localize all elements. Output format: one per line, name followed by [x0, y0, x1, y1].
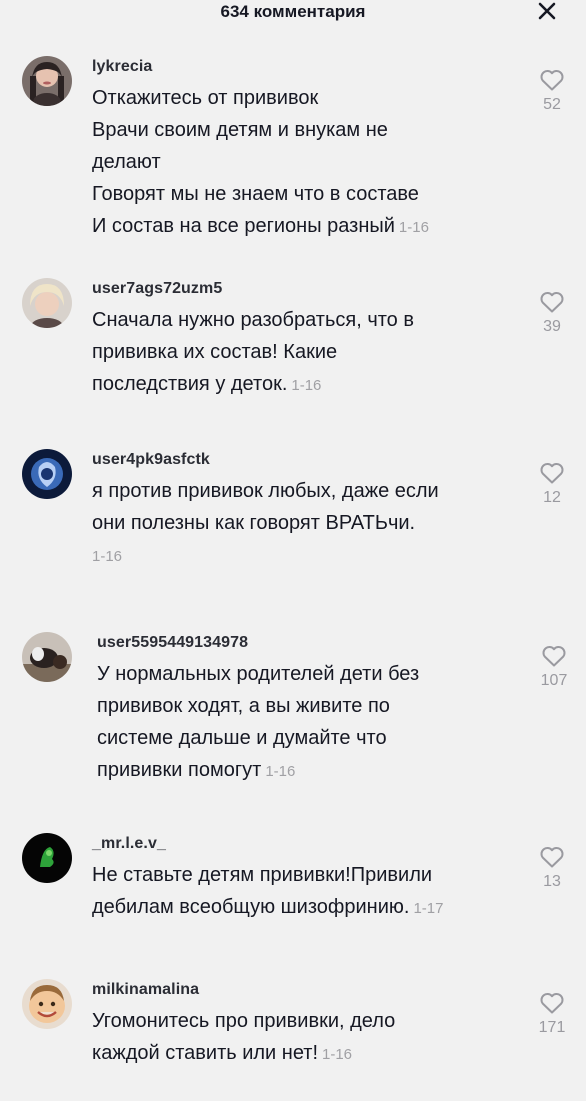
comment-username[interactable]: lykrecia [92, 58, 152, 76]
like-count: 107 [540, 672, 568, 689]
comment-line: дебилам всеобщую шизофринию. [92, 896, 410, 918]
comment-text: Откажитесь от прививок Врачи своим детям… [92, 82, 522, 244]
avatar[interactable] [22, 979, 72, 1029]
comment-line: последствия у деток. [92, 373, 288, 395]
comment-line: прививки помогут [97, 759, 262, 781]
like-count: 39 [543, 318, 561, 335]
heart-icon [540, 463, 564, 484]
like-button[interactable]: 13 [532, 845, 572, 891]
comment-date: 1-16 [398, 219, 429, 236]
comments-header: 634 комментария [0, 0, 586, 26]
comment-line: системе дальше и думайте что [97, 727, 387, 749]
comment-username[interactable]: user7ags72uzm5 [92, 280, 222, 298]
comment-line: прививок ходят, а вы живите по [97, 695, 390, 717]
like-button[interactable]: 52 [532, 68, 572, 114]
comment-text: Не ставьте детям прививки!Привили дебила… [92, 859, 522, 925]
like-count: 13 [543, 873, 561, 890]
comment-date: 1-17 [413, 900, 444, 917]
comment-line: Сначала нужно разобраться, что в [92, 309, 414, 331]
like-button[interactable]: 39 [532, 290, 572, 336]
comment-line: прививка их состав! Какие [92, 341, 338, 363]
comment-date: 1-16 [92, 548, 123, 565]
comment-line: Врачи своим детям и внукам не [92, 119, 388, 141]
comment-username[interactable]: user5595449134978 [97, 634, 248, 652]
avatar[interactable] [22, 833, 72, 883]
comment-line: Угомонитесь про прививки, дело [92, 1010, 396, 1032]
comment-line: они полезны как говорят ВРАТЬчи. [92, 512, 416, 534]
comment-line: Говорят мы не знаем что в составе [92, 183, 419, 205]
comment-text: Угомонитесь про прививки, дело каждой ст… [92, 1005, 522, 1071]
like-button[interactable]: 171 [532, 991, 572, 1037]
comment-line: Не ставьте детям прививки!Привили [92, 864, 433, 886]
like-button[interactable]: 107 [534, 644, 574, 690]
heart-icon [542, 646, 566, 667]
heart-icon [540, 70, 564, 91]
like-count: 12 [543, 489, 561, 506]
comment-username[interactable]: _mr.l.e.v_ [92, 835, 166, 853]
comment-text: я против прививок любых, даже если они п… [92, 475, 522, 573]
comment-text: У нормальных родителей дети без прививок… [97, 658, 527, 788]
comment-username[interactable]: user4pk9asfctk [92, 451, 210, 469]
heart-icon [540, 847, 564, 868]
comment-date: 1-16 [265, 763, 296, 780]
heart-icon [540, 292, 564, 313]
like-count: 171 [538, 1019, 566, 1036]
comment-date: 1-16 [291, 377, 322, 394]
comment-line: И состав на все регионы разный [92, 215, 395, 237]
avatar[interactable] [22, 56, 72, 106]
comment-line: каждой ставить или нет! [92, 1042, 318, 1064]
like-count: 52 [543, 96, 561, 113]
comment-text: Сначала нужно разобраться, что в прививк… [92, 304, 522, 402]
avatar[interactable] [22, 278, 72, 328]
avatar[interactable] [22, 449, 72, 499]
avatar[interactable] [22, 632, 72, 682]
comment-line: я против прививок любых, даже если [92, 480, 439, 502]
comment-username[interactable]: milkinamalina [92, 981, 199, 999]
comment-line: делают [92, 151, 161, 173]
comments-count-title: 634 комментария [220, 2, 366, 21]
close-icon[interactable] [536, 0, 558, 22]
comment-line: Откажитесь от прививок [92, 87, 319, 109]
comment-line: У нормальных родителей дети без [97, 663, 420, 685]
comment-date: 1-16 [322, 1046, 353, 1063]
like-button[interactable]: 12 [532, 461, 572, 507]
heart-icon [540, 993, 564, 1014]
